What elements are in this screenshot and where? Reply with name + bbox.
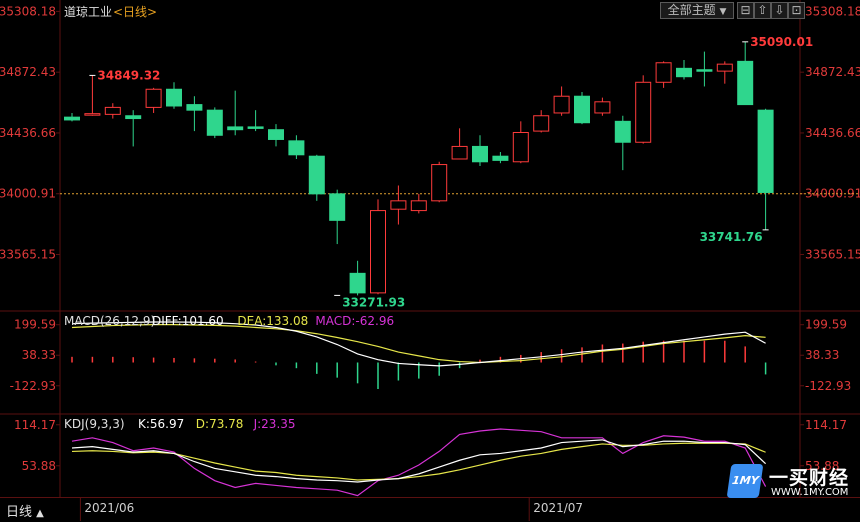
kdj-axis-tick-label-left: 53.88 (22, 459, 56, 473)
move-up-icon[interactable]: ⇧ (754, 2, 771, 19)
macd-axis-tick-label-left: 38.33 (22, 348, 56, 362)
candle-body (533, 115, 550, 132)
extreme-price-label: 35090.01 (750, 35, 813, 49)
kdj-readout: K:56.97 (138, 417, 184, 431)
brand-mark-icon: 1MY (726, 464, 764, 498)
macd-readout: DIFF:101.60 (152, 314, 224, 328)
candle-body (349, 272, 366, 294)
candle-body (635, 81, 652, 143)
price-axis-tick-label-left: 34872.43 (0, 65, 56, 79)
extreme-price-label: 33271.93 (342, 295, 405, 309)
macd-readout: DEA:133.08 (237, 314, 308, 328)
candle-body (186, 104, 203, 111)
brand-url: WWW.1MY.COM (771, 487, 849, 498)
candle-body (390, 200, 407, 210)
price-axis-tick-label-left: 35308.18 (0, 4, 56, 18)
price-axis-tick-label-left: 34000.91 (0, 187, 56, 201)
candle-body (594, 101, 611, 114)
candle-body (451, 145, 468, 160)
candle-body (431, 164, 448, 202)
price-axis-tick-label-right: 35308.18 (805, 4, 860, 18)
theme-button-label: 全部主题 (667, 3, 716, 17)
kdj-readout: J:23.35 (253, 417, 296, 431)
candle-body (676, 67, 692, 78)
kdj-title: KDJ(9,3,3) (64, 417, 125, 431)
candle-body (125, 115, 142, 120)
period-switch[interactable]: 日线 ▲ (6, 501, 44, 520)
kdj-j-line (71, 428, 767, 497)
candle-body (716, 63, 733, 72)
candle-body (472, 145, 488, 163)
period-tag[interactable]: <日线> (113, 3, 157, 20)
price-axis-tick-label-right: 34872.43 (805, 65, 860, 79)
candle-body (166, 88, 182, 107)
candle-body (696, 69, 713, 72)
chart-canvas: 35308.18 35308.18 34872.43 34872.43 34436.66… (0, 0, 860, 521)
brand-name: 一买财经 (769, 467, 850, 489)
chevron-up-icon: ▲ (36, 508, 44, 519)
brand-logo: 1MY 一买财经 WWW.1MY.COM (726, 462, 860, 502)
price-axis-tick-label-right: 34436.66 (805, 126, 860, 140)
price-axis-tick-label-left: 34436.66 (0, 126, 56, 140)
extreme-price-label: 34849.32 (97, 68, 160, 82)
price-axis-tick-label-right: 33565.15 (805, 247, 860, 261)
maximize-icon[interactable]: ⊡ (788, 2, 805, 19)
kdj-axis-tick-label-right: 114.17 (805, 418, 847, 432)
candle-body (757, 109, 774, 193)
macd-axis-tick-label-left: 199.59 (14, 318, 56, 332)
candle-body (145, 88, 162, 108)
macd-title: MACD(26,12,9) (64, 314, 155, 328)
candle-body (512, 131, 529, 163)
candle-body (655, 62, 672, 83)
candle-body (64, 116, 80, 121)
candle-body (247, 126, 264, 129)
candle-body (227, 126, 244, 131)
kdj-k-line (71, 439, 767, 483)
candle-body (492, 155, 509, 161)
macd-axis-tick-label-right: 199.59 (805, 318, 847, 332)
kdj-readout: D:73.78 (196, 417, 244, 431)
candle-body (268, 129, 284, 140)
restore-icon[interactable]: ⊟ (737, 2, 754, 19)
index-title: 道琼工业 (64, 5, 113, 19)
macd-readout: MACD:-62.96 (315, 314, 394, 328)
candle-body (288, 140, 305, 156)
macd-axis-tick-label-right: -122.93 (805, 379, 851, 393)
extreme-price-label: 33741.76 (700, 230, 763, 244)
macd-axis-tick-label-left: -122.93 (10, 379, 56, 393)
macd-dea-line (71, 324, 766, 364)
period-switch-label: 日线 (6, 505, 33, 520)
price-axis-tick-label-left: 33565.15 (0, 247, 56, 261)
candle-body (308, 155, 325, 195)
candle-body (574, 95, 590, 124)
candle-body (553, 95, 570, 114)
candle-body (84, 113, 101, 116)
candle-body (206, 109, 223, 136)
candle-body (410, 200, 427, 212)
move-down-icon[interactable]: ⇩ (771, 2, 788, 19)
candle-body (614, 120, 631, 143)
candle-body (329, 193, 346, 221)
candle-body (104, 106, 121, 115)
kdj-axis-tick-label-left: 114.17 (14, 418, 56, 432)
chevron-down-icon: ▼ (719, 7, 727, 17)
theme-button[interactable]: 全部主题 ▼ (660, 2, 734, 19)
candle-body (737, 60, 754, 106)
candle-body (370, 210, 386, 294)
macd-axis-tick-label-right: 38.33 (805, 348, 839, 362)
